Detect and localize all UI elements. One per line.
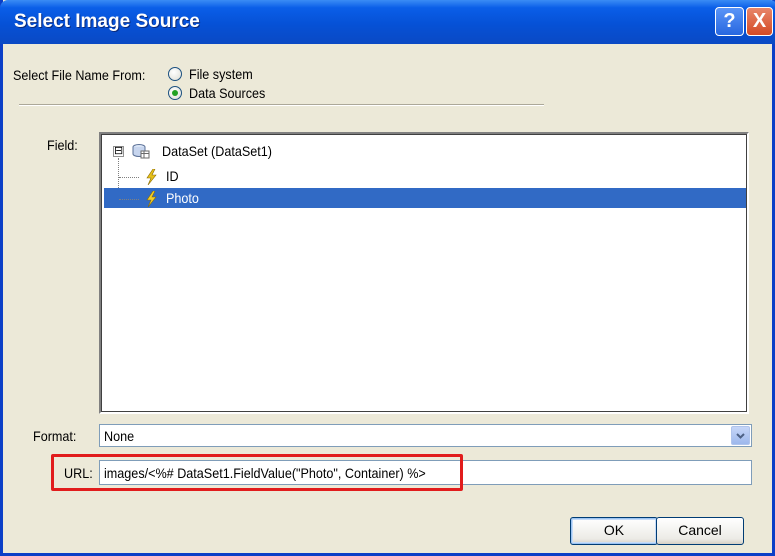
url-highlight-box [51,454,463,491]
cancel-button[interactable]: Cancel [656,517,744,545]
select-image-source-dialog: Select Image Source ? X Select File Name… [0,0,775,556]
chevron-down-icon [736,433,745,439]
field-tree[interactable]: ⊟ DataSet (DataSet1) ID Photo [99,132,749,414]
dropdown-button[interactable] [731,426,750,445]
radio-file-system-label[interactable]: File system [189,66,253,82]
dialog-title: Select Image Source [14,11,200,32]
tree-item-id[interactable]: ID [166,168,179,184]
radio-data-sources[interactable] [168,86,182,100]
field-label: Field: [47,137,78,153]
tree-row-selected[interactable] [104,188,746,208]
separator [19,104,544,106]
collapse-icon[interactable]: ⊟ [113,146,124,157]
field-bolt-icon [146,191,157,207]
tree-line [119,199,139,200]
radio-selected-dot [172,90,178,96]
dataset-icon [132,144,150,159]
select-file-name-label: Select File Name From: [13,67,146,83]
format-value: None [104,428,135,444]
tree-item-photo[interactable]: Photo [166,190,199,206]
title-bar: Select Image Source ? X [0,0,775,44]
help-button[interactable]: ? [715,7,744,36]
format-select[interactable]: None [99,424,752,447]
tree-root-dataset[interactable]: DataSet (DataSet1) [162,143,272,159]
tree-line [119,177,139,178]
radio-file-system[interactable] [168,67,182,81]
field-bolt-icon [146,169,157,185]
format-label: Format: [33,428,77,444]
close-button[interactable]: X [746,7,773,36]
ok-button[interactable]: OK [570,517,658,545]
radio-data-sources-label[interactable]: Data Sources [189,85,265,101]
